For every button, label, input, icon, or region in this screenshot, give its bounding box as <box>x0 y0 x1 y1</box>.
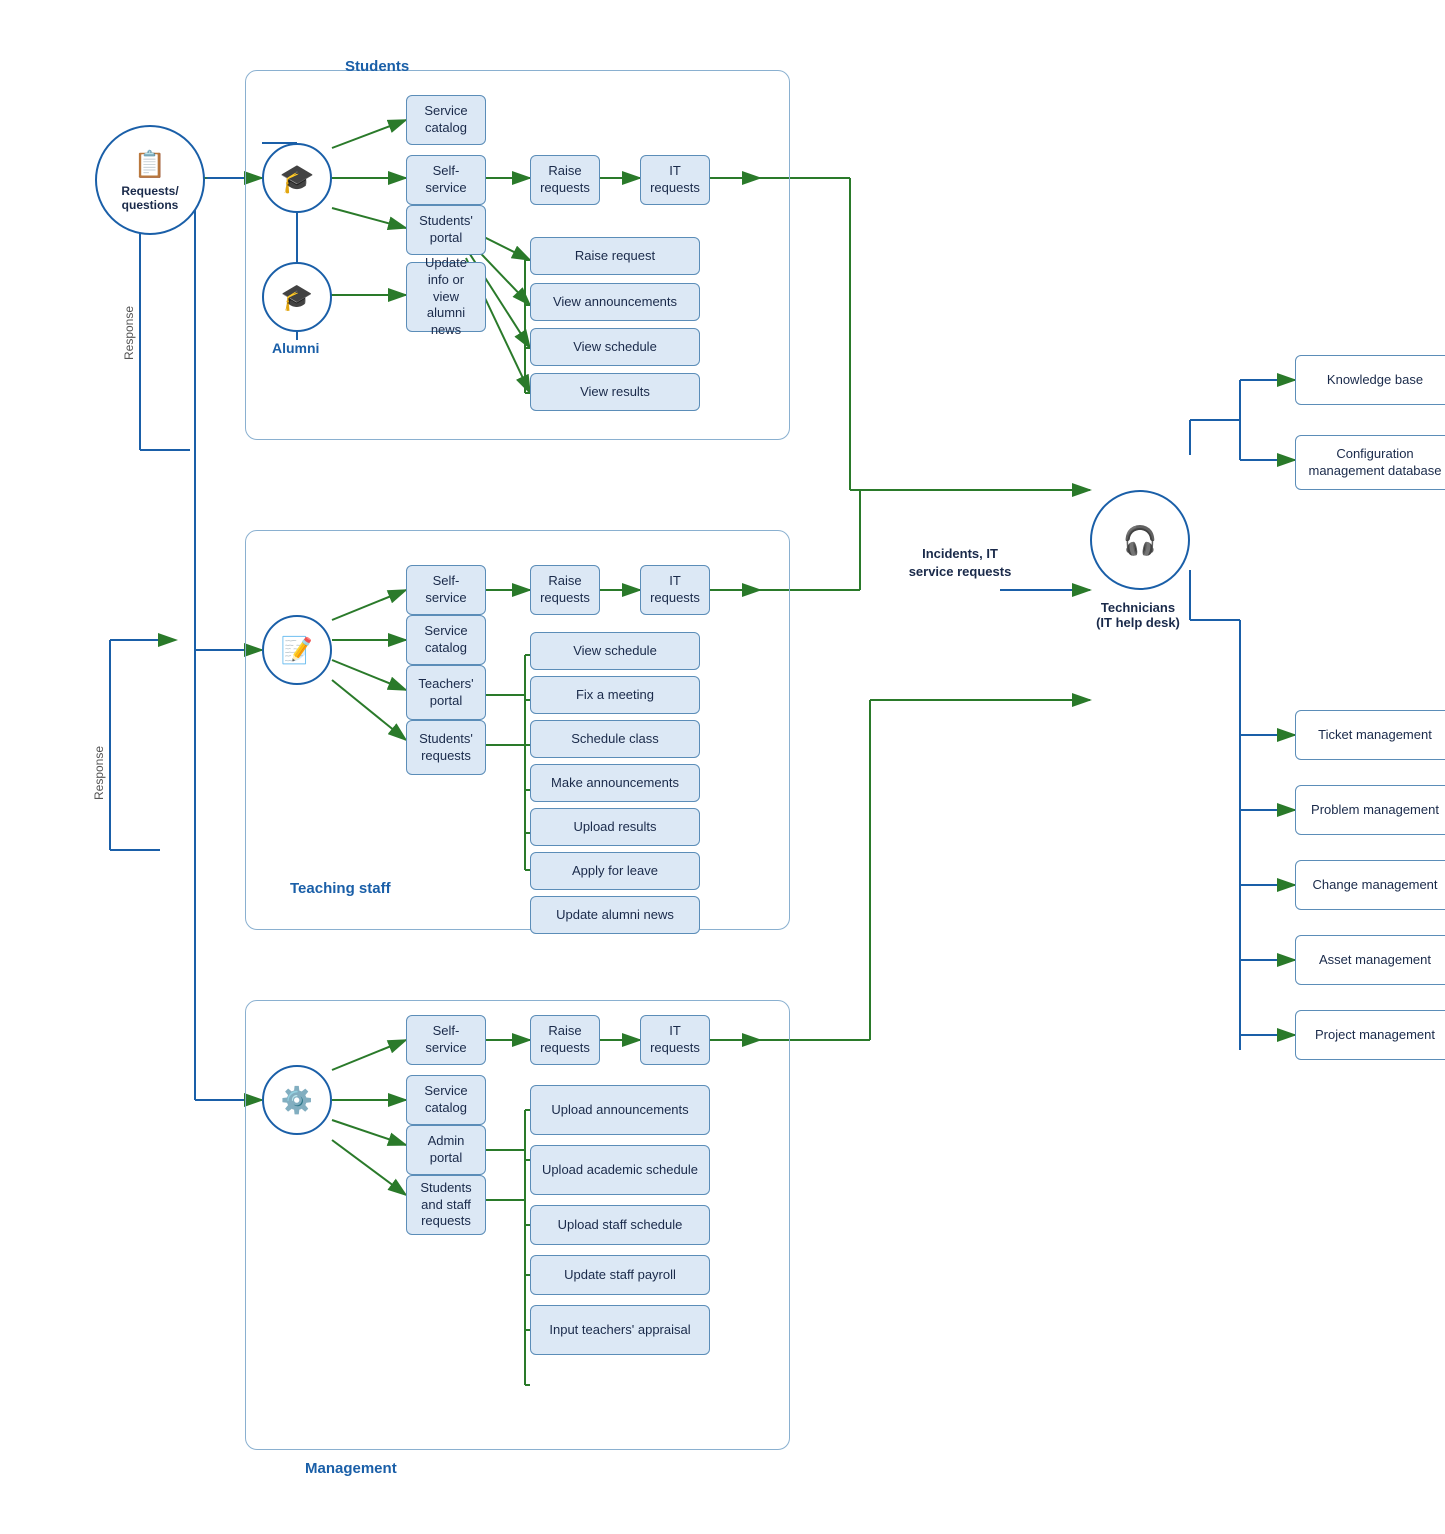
students-it-requests: IT requests <box>640 155 710 205</box>
mgmt-self-service: Self- service <box>406 1015 486 1065</box>
response-label-top: Response <box>122 280 136 360</box>
teaching-group-label: Teaching staff <box>290 880 391 897</box>
mgmt-upload-academic: Upload academic schedule <box>530 1145 710 1195</box>
students-raise-requests: Raise requests <box>530 155 600 205</box>
teaching-self-service: Self- service <box>406 565 486 615</box>
ticket-mgmt-box: Ticket management <box>1295 710 1445 760</box>
students-icon: 🎓 <box>262 143 332 213</box>
incidents-label: Incidents, IT service requests <box>900 545 1020 581</box>
mgmt-it-requests: IT requests <box>640 1015 710 1065</box>
teaching-schedule-class: Schedule class <box>530 720 700 758</box>
alumni-icon: 🎓 <box>262 262 332 332</box>
mgmt-input-appraisal: Input teachers' appraisal <box>530 1305 710 1355</box>
teaching-update-alumni: Update alumni news <box>530 896 700 934</box>
mgmt-service-catalog: Service catalog <box>406 1075 486 1125</box>
asset-mgmt-box: Asset management <box>1295 935 1445 985</box>
teaching-fix-meeting: Fix a meeting <box>530 676 700 714</box>
mgmt-update-staff-payroll: Update staff payroll <box>530 1255 710 1295</box>
teaching-upload-results: Upload results <box>530 808 700 846</box>
mgmt-raise-requests: Raise requests <box>530 1015 600 1065</box>
teaching-apply-leave: Apply for leave <box>530 852 700 890</box>
students-service-catalog: Service catalog <box>406 95 486 145</box>
teachers-portal: Teachers' portal <box>406 665 486 720</box>
teaching-it-requests: IT requests <box>640 565 710 615</box>
management-icon: ⚙️ <box>262 1065 332 1135</box>
students-raise-request: Raise request <box>530 237 700 275</box>
students-portal: Students' portal <box>406 205 486 255</box>
teaching-view-schedule: View schedule <box>530 632 700 670</box>
mgmt-students-staff-requests: Students and staff requests <box>406 1175 486 1235</box>
problem-mgmt-box: Problem management <box>1295 785 1445 835</box>
teaching-icon: 📝 <box>262 615 332 685</box>
teaching-service-catalog: Service catalog <box>406 615 486 665</box>
mgmt-upload-announcements: Upload announcements <box>530 1085 710 1135</box>
students-view-announcements: View announcements <box>530 283 700 321</box>
response-label-bottom: Response <box>92 720 106 800</box>
config-db-box: Configuration management database <box>1295 435 1445 490</box>
alumni-node: Update info or view alumni news <box>406 262 486 332</box>
students-self-service: Self- service <box>406 155 486 205</box>
alumni-label: Alumni <box>272 340 319 356</box>
knowledge-base-box: Knowledge base <box>1295 355 1445 405</box>
teaching-make-announcements: Make announcements <box>530 764 700 802</box>
technicians-label: Technicians(IT help desk) <box>1068 600 1208 630</box>
teaching-raise-requests: Raise requests <box>530 565 600 615</box>
students-view-schedule: View schedule <box>530 328 700 366</box>
teaching-students-requests: Students' requests <box>406 720 486 775</box>
management-group-label: Management <box>305 1460 397 1477</box>
admin-portal: Admin portal <box>406 1125 486 1175</box>
requests-label: Requests/ questions <box>97 184 203 212</box>
requests-node: 📋 Requests/ questions <box>95 125 205 235</box>
students-view-results: View results <box>530 373 700 411</box>
mgmt-upload-staff-schedule: Upload staff schedule <box>530 1205 710 1245</box>
students-group-label: Students <box>345 58 409 75</box>
students-group-frame <box>245 70 790 440</box>
project-mgmt-box: Project management <box>1295 1010 1445 1060</box>
change-mgmt-box: Change management <box>1295 860 1445 910</box>
diagram-container: 📋 Requests/ questions Students 🎓 Service… <box>0 0 1445 1534</box>
technicians-node: 🎧 <box>1090 490 1190 590</box>
